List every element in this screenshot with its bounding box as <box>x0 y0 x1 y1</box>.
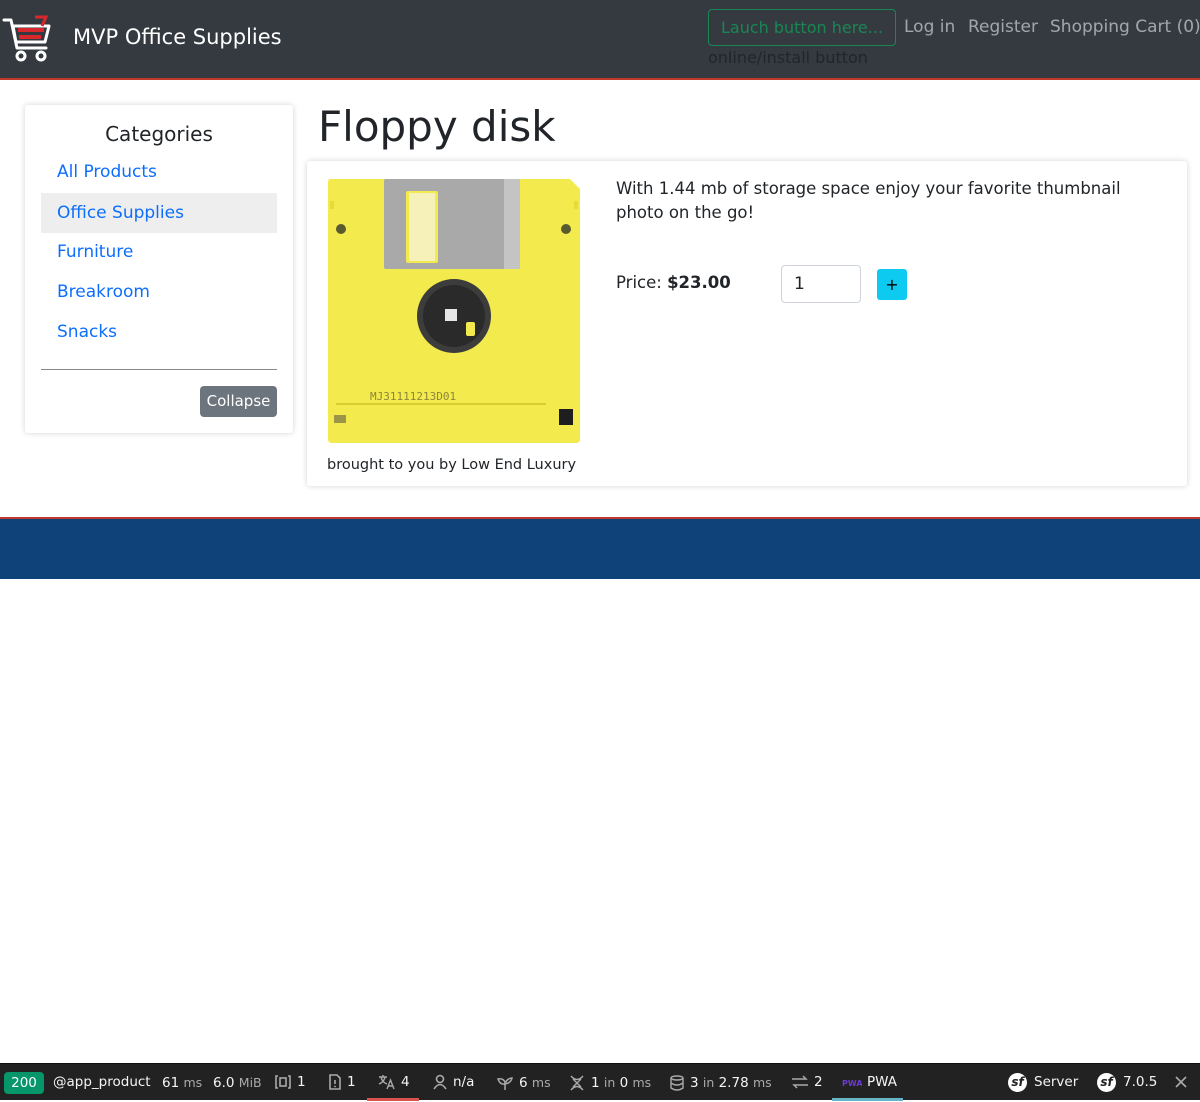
brand-name[interactable]: MVP Office Supplies <box>73 25 282 49</box>
cache-panel[interactable]: 1 in 0 ms <box>568 1064 651 1101</box>
price-value: $23.00 <box>667 273 731 292</box>
http-client-panel[interactable]: 2 <box>791 1064 823 1101</box>
database-panel[interactable]: 3 in 2.78 ms <box>669 1064 772 1101</box>
shopping-cart-link[interactable]: Shopping Cart (0) <box>1050 17 1200 37</box>
translation-icon <box>378 1075 395 1090</box>
product-title: Floppy disk <box>318 102 556 151</box>
sidebar-divider <box>41 369 277 370</box>
debug-toolbar: 200 @app_product 61 ms 6.0 MiB 1 1 4 n/a… <box>0 1063 1200 1101</box>
category-furniture[interactable]: Furniture <box>41 232 277 272</box>
login-link[interactable]: Log in <box>904 17 955 37</box>
image-caption: brought to you by Low End Luxury <box>327 457 577 473</box>
product-description: With 1.44 mb of storage space enjoy your… <box>616 179 1121 222</box>
add-to-cart-button[interactable]: + <box>877 269 907 300</box>
cache-icon <box>570 1075 584 1091</box>
server-panel[interactable]: sf Server <box>1008 1064 1078 1101</box>
category-office-supplies[interactable]: Office Supplies <box>41 193 277 233</box>
user-panel[interactable]: n/a <box>432 1064 474 1101</box>
user-icon <box>433 1074 447 1090</box>
category-breakroom[interactable]: Breakroom <box>41 272 277 312</box>
collapse-button[interactable]: Collapse <box>200 386 277 417</box>
shopping-cart-logo-icon[interactable] <box>2 14 52 62</box>
launch-button[interactable]: Lauch button here... <box>708 9 896 46</box>
symfony-icon: sf <box>1097 1072 1116 1092</box>
time-panel[interactable]: 61 ms <box>162 1064 202 1101</box>
version-panel[interactable]: sf 7.0.5 <box>1097 1064 1157 1101</box>
product-card: MJ31111213D01 brought to you by Low End … <box>307 161 1187 486</box>
pwa-icon: PWA <box>842 1079 863 1088</box>
database-icon <box>670 1075 684 1091</box>
http-client-icon <box>792 1075 808 1089</box>
forms-panel[interactable]: 1 <box>274 1064 306 1101</box>
logs-panel[interactable]: 1 <box>328 1064 356 1101</box>
register-link[interactable]: Register <box>968 17 1038 37</box>
launch-caption: online/install button <box>708 48 868 67</box>
sidebar-title: Categories <box>105 122 213 146</box>
forms-icon <box>275 1075 291 1089</box>
quantity-input[interactable] <box>781 265 861 303</box>
categories-sidebar: Categories All Products Office Supplies … <box>25 105 293 433</box>
status-badge[interactable]: 200 <box>4 1072 44 1094</box>
twig-icon <box>497 1077 513 1090</box>
category-all-products[interactable]: All Products <box>41 152 277 192</box>
pwa-panel[interactable]: PWA PWA <box>842 1064 897 1101</box>
symfony-icon: sf <box>1008 1072 1027 1092</box>
close-icon <box>1175 1076 1187 1088</box>
translation-panel[interactable]: 4 <box>378 1064 410 1101</box>
route-name[interactable]: @app_product <box>53 1064 151 1101</box>
logs-icon <box>329 1074 341 1090</box>
svg-text:PWA: PWA <box>842 1079 862 1088</box>
floppy-disk-image: MJ31111213D01 <box>328 179 580 443</box>
price-row: Price: $23.00 <box>616 273 731 292</box>
close-toolbar-button[interactable] <box>1174 1064 1193 1101</box>
top-navbar: MVP Office Supplies Lauch button here...… <box>0 0 1200 80</box>
svg-text:MJ31111213D01: MJ31111213D01 <box>370 390 456 403</box>
category-snacks[interactable]: Snacks <box>41 312 277 352</box>
memory-panel[interactable]: 6.0 MiB <box>213 1064 262 1101</box>
twig-panel[interactable]: 6 ms <box>496 1064 551 1101</box>
price-label: Price: <box>616 273 662 292</box>
footer <box>0 517 1200 579</box>
